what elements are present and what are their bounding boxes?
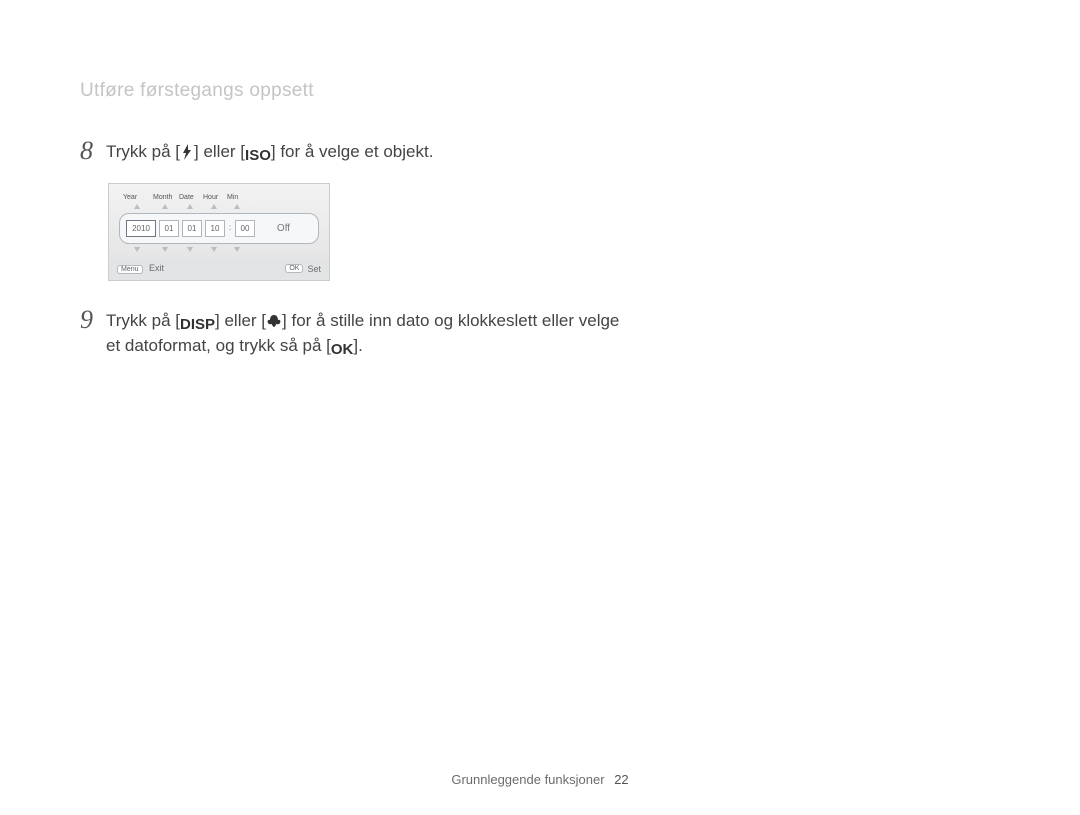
text: ] eller [ bbox=[215, 311, 266, 330]
macro-icon bbox=[266, 312, 282, 330]
text: ] eller [ bbox=[194, 142, 245, 161]
exit-label: Exit bbox=[149, 263, 164, 273]
lcd-footer-right: OK Set bbox=[285, 264, 321, 274]
lcd-field-labels: Year Month Date Hour Min bbox=[119, 194, 319, 201]
manual-page: Utføre førstegangs oppsett 8 Trykk på []… bbox=[0, 0, 1080, 815]
field-year: 2010 bbox=[126, 220, 156, 237]
lcd-arrows-down bbox=[119, 247, 319, 252]
field-colon: : bbox=[228, 220, 232, 237]
label-year: Year bbox=[123, 194, 147, 201]
field-min: 00 bbox=[235, 220, 255, 237]
arrow-down-icon bbox=[187, 247, 193, 252]
step-number: 9 bbox=[80, 307, 106, 333]
text: ]. bbox=[353, 336, 362, 355]
date-time-lcd: Year Month Date Hour Min 2010 01 01 10 bbox=[108, 183, 330, 281]
flash-icon bbox=[180, 143, 194, 161]
step-body: Trykk på [DISP] eller [] for å stille in… bbox=[106, 307, 626, 359]
arrow-down-icon bbox=[162, 247, 168, 252]
step-number: 8 bbox=[80, 138, 106, 164]
arrow-up-icon bbox=[162, 204, 168, 209]
lcd-footer-left: Menu Exit bbox=[117, 263, 164, 274]
arrow-down-icon bbox=[134, 247, 140, 252]
footer-label: Grunnleggende funksjoner bbox=[451, 772, 604, 787]
lcd-body: Year Month Date Hour Min 2010 01 01 10 bbox=[109, 184, 329, 258]
field-hour: 10 bbox=[205, 220, 225, 237]
field-month: 01 bbox=[159, 220, 179, 237]
disp-label-icon: DISP bbox=[180, 316, 215, 334]
step-8: 8 Trykk på [ ] eller [ISO] for å velge et… bbox=[80, 138, 1000, 165]
set-label: Set bbox=[307, 264, 321, 274]
lcd-footer: Menu Exit OK Set bbox=[109, 258, 329, 280]
arrow-up-icon bbox=[134, 204, 140, 209]
ok-pill: OK bbox=[285, 264, 303, 273]
step-9: 9 Trykk på [DISP] eller [] for å stille … bbox=[80, 307, 1000, 359]
menu-pill: Menu bbox=[117, 265, 143, 274]
text: ] for å velge et objekt. bbox=[271, 142, 434, 161]
label-min: Min bbox=[227, 194, 243, 201]
label-month: Month bbox=[153, 194, 173, 201]
arrow-up-icon bbox=[234, 204, 240, 209]
iso-label-icon: ISO bbox=[245, 147, 271, 165]
text: Trykk på [ bbox=[106, 311, 180, 330]
lcd-arrows-up bbox=[119, 204, 319, 209]
step-body: Trykk på [ ] eller [ISO] for å velge et o… bbox=[106, 138, 433, 165]
lcd-value-box: 2010 01 01 10 : 00 Off bbox=[119, 213, 319, 244]
label-date: Date bbox=[179, 194, 197, 201]
page-footer: Grunnleggende funksjoner 22 bbox=[0, 772, 1080, 787]
arrow-down-icon bbox=[211, 247, 217, 252]
section-title: Utføre førstegangs oppsett bbox=[80, 80, 1000, 102]
arrow-up-icon bbox=[187, 204, 193, 209]
field-toggle: Off bbox=[255, 223, 312, 234]
field-date: 01 bbox=[182, 220, 202, 237]
arrow-up-icon bbox=[211, 204, 217, 209]
lcd-fields: 2010 01 01 10 : 00 bbox=[126, 220, 255, 237]
label-hour: Hour bbox=[203, 194, 221, 201]
text: Trykk på [ bbox=[106, 142, 180, 161]
arrow-down-icon bbox=[234, 247, 240, 252]
ok-label-icon: OK bbox=[331, 341, 354, 359]
page-number: 22 bbox=[614, 772, 628, 787]
